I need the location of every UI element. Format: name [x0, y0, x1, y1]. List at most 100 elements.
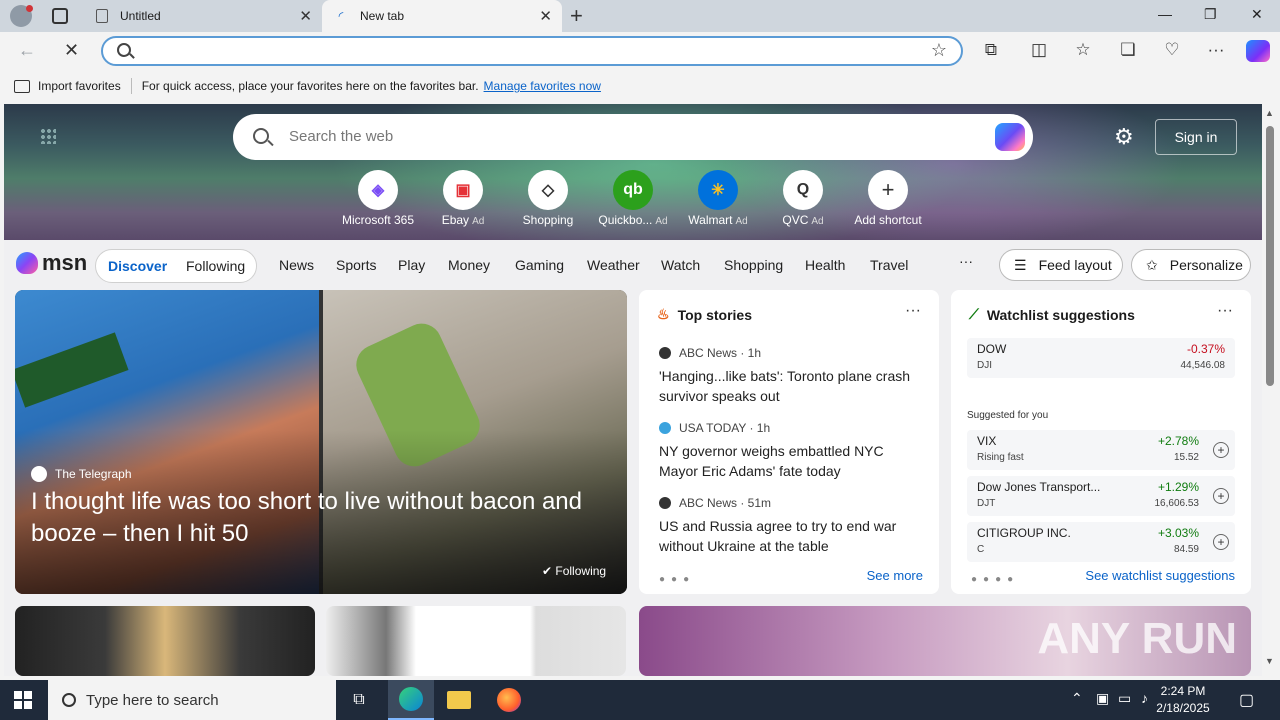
nav-news[interactable]: News — [279, 257, 314, 273]
story-headline[interactable]: I thought life was too short to live wit… — [31, 486, 611, 550]
shortcut-walmart[interactable]: ✳ Walmart Ad — [676, 170, 760, 227]
shortcut-quickbooks[interactable]: qb Quickbo... Ad — [591, 170, 675, 227]
featured-story-card[interactable]: The Telegraph I thought life was too sho… — [15, 290, 627, 594]
scrollbar-thumb[interactable] — [1266, 126, 1274, 386]
story-card[interactable]: ANY RUN — [639, 606, 1251, 676]
story-card[interactable] — [15, 606, 315, 676]
tab-untitled[interactable]: Untitled ✕ — [84, 0, 322, 32]
nav-health[interactable]: Health — [805, 257, 845, 273]
nav-play[interactable]: Play — [398, 257, 425, 273]
following-label: Following — [555, 564, 607, 578]
windows-start-icon[interactable] — [14, 691, 32, 709]
stock-row-djt[interactable]: Dow Jones Transport... DJT +1.29% 16,606… — [967, 476, 1235, 516]
list-item[interactable]: ABC News · 51m US and Russia agree to tr… — [659, 496, 921, 556]
add-to-watchlist-icon[interactable]: + — [1213, 534, 1229, 550]
watchlist-title: Watchlist suggestions — [986, 306, 1135, 323]
story-title[interactable]: 'Hanging...like bats': Toronto plane cra… — [659, 366, 921, 406]
add-to-watchlist-icon[interactable]: + — [1213, 442, 1229, 458]
story-title[interactable]: US and Russia agree to try to end war wi… — [659, 516, 921, 556]
feed-layout-button[interactable]: ☰ Feed layout — [999, 249, 1123, 281]
device-icon[interactable]: ▣ — [1096, 690, 1109, 707]
nav-shopping[interactable]: Shopping — [724, 257, 783, 273]
close-tab-icon[interactable]: ✕ — [539, 7, 552, 25]
taskbar-search[interactable]: Type here to search — [48, 680, 336, 720]
favorite-star-icon[interactable]: ☆ — [931, 40, 947, 61]
see-more-link[interactable]: See more — [867, 568, 923, 583]
tab-actions-icon[interactable] — [52, 8, 68, 24]
story-card[interactable] — [326, 606, 626, 676]
nav-sports[interactable]: Sports — [336, 257, 376, 273]
tab-new-tab[interactable]: ◜ New tab ✕ — [322, 0, 562, 32]
nav-money[interactable]: Money — [448, 257, 490, 273]
pagination-dots[interactable]: ●●●● — [971, 574, 1019, 585]
scroll-down-icon[interactable]: ▼ — [1265, 656, 1274, 666]
following-badge[interactable]: ✔ Following — [542, 564, 606, 578]
app-launcher-icon[interactable] — [40, 128, 56, 144]
new-tab-button[interactable]: + — [570, 3, 583, 29]
search-placeholder[interactable]: Search the web — [289, 128, 393, 145]
split-screen-icon[interactable]: ◫ — [1028, 40, 1050, 60]
copilot-icon[interactable] — [995, 123, 1025, 151]
minimize-button[interactable]: — — [1158, 6, 1172, 22]
import-label: Import favorites — [38, 79, 121, 93]
see-watchlist-link[interactable]: See watchlist suggestions — [1085, 568, 1235, 583]
nav-weather[interactable]: Weather — [587, 257, 640, 273]
copilot-icon[interactable] — [1246, 40, 1270, 62]
personalize-button[interactable]: ✩ Personalize — [1131, 249, 1251, 281]
show-hidden-icons-icon[interactable]: ⌃ — [1071, 690, 1083, 707]
stop-button[interactable]: ✕ — [64, 40, 79, 61]
task-view-icon[interactable]: ⧉ — [336, 680, 382, 720]
collections-icon[interactable]: ❏ — [1117, 40, 1139, 60]
stock-row-vix[interactable]: VIX Rising fast +2.78% 15.52 + — [967, 430, 1235, 470]
firefox-icon[interactable] — [486, 680, 532, 720]
favorites-icon[interactable]: ☆ — [1072, 40, 1094, 60]
tab-following[interactable]: Following — [186, 258, 245, 274]
pagination-dots[interactable]: ●●● — [659, 574, 695, 585]
stock-sub: DJT — [977, 498, 996, 509]
search-icon — [62, 693, 76, 707]
shortcut-ebay[interactable]: ▣ Ebay Ad — [421, 170, 505, 227]
shortcut-microsoft-365[interactable]: ◈ Microsoft 365 — [336, 170, 420, 227]
clock[interactable]: 2:24 PM 2/18/2025 — [1138, 683, 1228, 717]
list-item[interactable]: USA TODAY · 1h NY governor weighs embatt… — [659, 421, 921, 481]
profile-avatar[interactable] — [10, 5, 33, 27]
nav-more-icon[interactable]: ··· — [959, 253, 973, 269]
story-title[interactable]: NY governor weighs embattled NYC Mayor E… — [659, 441, 921, 481]
file-explorer-icon[interactable] — [436, 680, 482, 720]
scroll-up-icon[interactable]: ▲ — [1265, 108, 1274, 118]
shortcut-shopping[interactable]: ◇ Shopping — [506, 170, 590, 227]
manage-favorites-link[interactable]: Manage favorites now — [484, 79, 601, 93]
settings-gear-icon[interactable]: ⚙ — [1114, 124, 1134, 150]
sign-in-button[interactable]: Sign in — [1155, 119, 1237, 155]
story-source: ABC News · 51m — [679, 496, 772, 510]
notifications-icon[interactable]: ▢ — [1239, 690, 1254, 710]
close-window-button[interactable]: ✕ — [1251, 6, 1263, 23]
restore-button[interactable]: ❐ — [1204, 6, 1217, 23]
close-tab-icon[interactable]: ✕ — [299, 7, 312, 25]
address-bar[interactable]: ☆ — [101, 36, 963, 66]
tab-discover[interactable]: Discover — [108, 258, 167, 274]
shortcut-qvc[interactable]: Q QVC Ad — [761, 170, 845, 227]
more-options-icon[interactable]: ··· — [905, 302, 921, 320]
nav-travel[interactable]: Travel — [870, 257, 908, 273]
edge-taskbar-icon[interactable] — [388, 680, 434, 720]
taskbar-search-placeholder[interactable]: Type here to search — [86, 692, 219, 709]
add-shortcut-button[interactable]: + Add shortcut — [846, 170, 930, 227]
more-menu-icon[interactable]: ··· — [1205, 40, 1227, 60]
nav-watch[interactable]: Watch — [661, 257, 700, 273]
msn-logo[interactable]: msn — [16, 250, 87, 276]
more-options-icon[interactable]: ··· — [1217, 302, 1233, 320]
add-to-watchlist-icon[interactable]: + — [1213, 488, 1229, 504]
web-search-box[interactable]: Search the web — [233, 114, 1033, 160]
stock-row-dow[interactable]: DOW DJI -0.37% 44,546.08 — [967, 338, 1235, 378]
extensions-icon[interactable]: ⧉ — [980, 40, 1002, 60]
ad-label: Ad — [811, 216, 824, 227]
network-icon[interactable]: ▭ — [1118, 690, 1131, 707]
nav-gaming[interactable]: Gaming — [515, 257, 564, 273]
page-scrollbar[interactable]: ▲ ▼ — [1262, 104, 1280, 676]
browser-essentials-icon[interactable]: ♡ — [1161, 40, 1183, 60]
stock-row-citigroup[interactable]: CITIGROUP INC. C +3.03% 84.59 + — [967, 522, 1235, 562]
list-item[interactable]: ABC News · 1h 'Hanging...like bats': Tor… — [659, 346, 921, 406]
back-button[interactable]: ← — [18, 40, 36, 61]
import-favorites-button[interactable]: Import favorites — [14, 79, 121, 93]
